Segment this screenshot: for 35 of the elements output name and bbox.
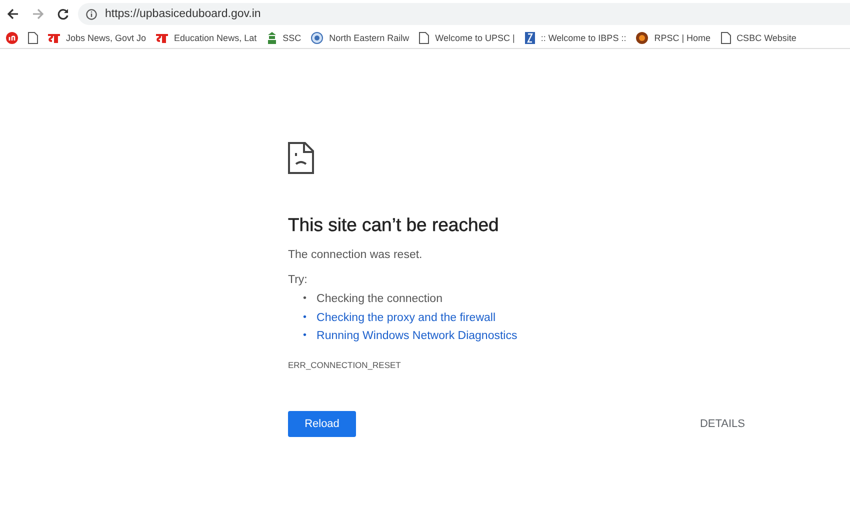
bookmark[interactable]: Education News, Lat [174,33,257,43]
bookmark[interactable]: SSC [282,33,302,43]
page-icon[interactable] [28,32,38,44]
globe-icon [311,32,324,44]
bullet: • [303,310,307,324]
reload-button[interactable]: Reload [288,410,356,436]
try-label: Try: [288,274,308,286]
error-title: This site can’t be reached [288,214,499,236]
bookmark[interactable]: CSBC Website [736,33,796,43]
page-icon [419,32,430,44]
bookmark[interactable]: :: Welcome to IBPS :: [540,33,626,43]
circle-icon[interactable] [6,32,18,44]
error-code: ERR_CONNECTION_RESET [288,360,401,370]
bookmark[interactable]: Welcome to UPSC | [435,33,515,43]
sad-page-icon [288,142,314,174]
page-icon [720,32,731,44]
bookmark[interactable]: RPSC | Home [654,33,711,43]
suggestion-link[interactable]: Checking the proxy and the firewall [316,308,496,327]
bookmark[interactable]: North Eastern Railw [329,33,410,43]
error-message: The connection was reset. [288,249,422,261]
emblem-icon [524,32,535,44]
info-icon [86,8,97,20]
letter-icon [156,33,168,43]
emblem-icon [266,32,277,44]
reload-icon[interactable] [56,8,68,20]
address-bar[interactable]: https://upbasiceduboard.gov.in [78,3,850,25]
letter-icon [48,33,60,43]
suggestion-link[interactable]: Running Windows Network Diagnostics [316,327,518,346]
suggestion-text: Checking the connection [316,292,442,307]
seal-icon [636,32,648,44]
bullet: • [303,292,307,306]
details-button[interactable]: DETAILS [700,410,745,436]
bullet: • [303,329,307,343]
back-icon[interactable] [6,8,18,20]
bookmark[interactable]: Jobs News, Govt Jo [66,33,146,43]
